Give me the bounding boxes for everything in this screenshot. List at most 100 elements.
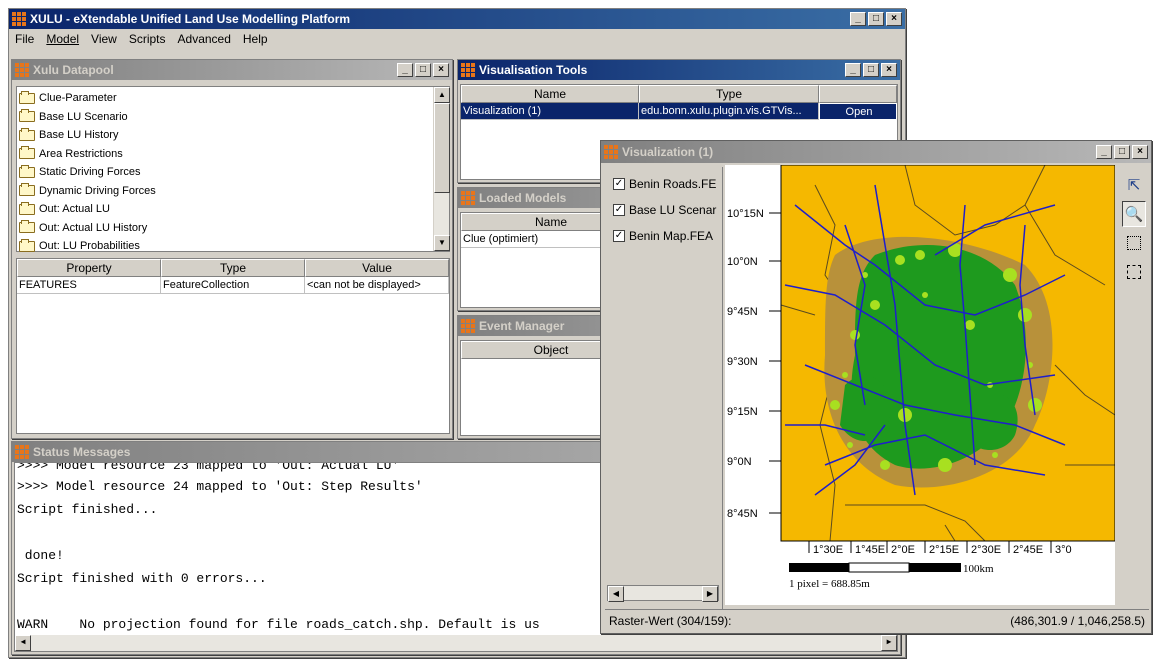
datapool-item[interactable]: Out: Actual LU History	[17, 219, 449, 238]
main-titlebar[interactable]: XULU - eXtendable Unified Land Use Model…	[9, 9, 905, 29]
x-axis-label: 3°0	[1055, 544, 1072, 556]
raster-value-label: Raster-Wert (304/159):	[609, 613, 732, 628]
datapool-item-label: Base LU Scenario	[39, 110, 128, 123]
menu-help[interactable]: Help	[243, 32, 268, 46]
table-row[interactable]: Visualization (1) edu.bonn.xulu.plugin.v…	[461, 103, 897, 120]
grass-patch	[895, 255, 905, 265]
datapool-item[interactable]: Static Driving Forces	[17, 163, 449, 182]
datapool-list: Clue-Parameter Base LU Scenario Base LU Hi…	[17, 87, 449, 256]
property-table: Property Type Value FEATURES FeatureColl…	[16, 258, 450, 434]
y-axis-label: 9°15N	[727, 406, 758, 418]
col-type[interactable]: Type	[161, 259, 305, 277]
y-axis-label: 8°45N	[727, 508, 758, 520]
grass-patch	[830, 400, 840, 410]
close-button[interactable]: ×	[881, 63, 897, 77]
menu-scripts[interactable]: Scripts	[129, 32, 166, 46]
menu-model[interactable]: Model	[46, 32, 79, 46]
main-window-title: XULU - eXtendable Unified Land Use Model…	[30, 12, 351, 26]
col-name[interactable]: Name	[461, 85, 639, 103]
coordinate-readout: (486,301.9 / 1,046,258.5)	[1010, 613, 1145, 628]
cell-value: <can not be displayed>	[305, 277, 449, 294]
datapool-item[interactable]: Clue-Parameter	[17, 89, 449, 108]
vis-tools-header: Name Type	[461, 85, 897, 103]
scale-bar-black	[909, 563, 961, 572]
scroll-down-button[interactable]: ▼	[434, 235, 450, 251]
scale-bar-white	[848, 562, 910, 573]
datapool-frame: Xulu Datapool _ □ × Clue-Parameter Base L…	[11, 59, 453, 439]
benin-land-use-map[interactable]: 10°15N 10°0N 9°45N 9°30N 9°15N 9°0N 8°45N 1°30E…	[725, 165, 1115, 605]
layer-checkbox[interactable]: ✓	[613, 178, 625, 190]
layer-checkbox[interactable]: ✓	[613, 230, 625, 242]
layer-label: Base LU Scenar	[629, 203, 717, 217]
minimize-button[interactable]: _	[845, 63, 861, 77]
datapool-item[interactable]: Base LU Scenario	[17, 108, 449, 127]
grass-patch	[1003, 268, 1017, 282]
menu-view[interactable]: View	[91, 32, 117, 46]
datapool-item[interactable]: Base LU History	[17, 126, 449, 145]
scroll-right-button[interactable]: ▶	[881, 635, 897, 651]
close-button[interactable]: ×	[1132, 145, 1148, 159]
map-area[interactable]: 10°15N 10°0N 9°45N 9°30N 9°15N 9°0N 8°45N 1°30E…	[725, 165, 1115, 605]
scroll-thumb[interactable]	[434, 103, 450, 193]
maximize-button[interactable]: □	[415, 63, 431, 77]
col-value[interactable]: Value	[305, 259, 449, 277]
minimize-button[interactable]: _	[397, 63, 413, 77]
grass-patch	[938, 458, 952, 472]
maximize-button[interactable]: □	[868, 12, 884, 26]
layer-item[interactable]: ✓ Base LU Scenar	[605, 197, 722, 223]
minimize-button[interactable]: _	[850, 12, 866, 26]
pixel-size-label: 1 pixel = 688.85m	[789, 578, 870, 590]
scroll-left-button[interactable]: ◀	[15, 635, 31, 651]
close-button[interactable]: ×	[886, 12, 902, 26]
maximize-button[interactable]: □	[863, 63, 879, 77]
layer-item[interactable]: ✓ Benin Roads.FE	[605, 171, 722, 197]
y-axis-label: 10°15N	[727, 208, 764, 220]
log-hscrollbar[interactable]: ◀ ▶	[15, 635, 897, 651]
scroll-left-button[interactable]: ◀	[608, 586, 624, 602]
layer-label: Benin Roads.FE	[629, 177, 717, 191]
y-axis-label: 9°45N	[727, 306, 758, 318]
layer-item[interactable]: ✓ Benin Map.FEA	[605, 223, 722, 249]
layer-label: Benin Map.FEA	[629, 229, 714, 243]
x-axis-label: 2°15E	[929, 544, 959, 556]
scroll-right-button[interactable]: ▶	[702, 586, 718, 602]
col-type[interactable]: Type	[639, 85, 819, 103]
x-axis-label: 1°45E	[855, 544, 885, 556]
pointer-help-icon[interactable]: ⇱	[1122, 172, 1146, 198]
minimize-button[interactable]: _	[1096, 145, 1112, 159]
menu-advanced[interactable]: Advanced	[178, 32, 231, 46]
y-axis-label: 10°0N	[727, 256, 758, 268]
datapool-item[interactable]: Out: Actual LU	[17, 200, 449, 219]
col-action[interactable]	[819, 85, 897, 103]
menu-bar: File Model View Scripts Advanced Help	[9, 29, 905, 49]
visualization-titlebar[interactable]: Visualization (1) _ □ ×	[601, 141, 1151, 163]
layer-hscrollbar[interactable]: ◀ ▶	[607, 585, 719, 602]
scroll-up-button[interactable]: ▲	[434, 87, 450, 103]
maximize-button[interactable]: □	[1114, 145, 1130, 159]
datapool-scrollbar[interactable]: ▲ ▼	[433, 87, 450, 251]
vis-tools-titlebar[interactable]: Visualisation Tools _ □ ×	[458, 60, 900, 80]
datapool-item[interactable]: Area Restrictions	[17, 145, 449, 164]
select-rect-icon[interactable]	[1122, 230, 1146, 256]
close-button[interactable]: ×	[433, 63, 449, 77]
grass-patch	[850, 330, 860, 340]
x-axis-label: 2°30E	[971, 544, 1001, 556]
zoom-icon[interactable]: 🔍	[1122, 201, 1146, 227]
datapool-item[interactable]: Out: LU Probabilities	[17, 237, 449, 256]
scale-bar-black	[789, 563, 849, 572]
table-row[interactable]: FEATURES FeatureCollection <can not be d…	[17, 277, 449, 294]
datapool-titlebar[interactable]: Xulu Datapool _ □ ×	[12, 60, 452, 80]
col-property[interactable]: Property	[17, 259, 161, 277]
xulu-app-icon	[604, 145, 618, 159]
datapool-item[interactable]: Dynamic Driving Forces	[17, 182, 449, 201]
xulu-app-icon	[461, 319, 475, 333]
menu-file[interactable]: File	[15, 32, 34, 46]
grass-patch	[915, 250, 925, 260]
layer-checkbox[interactable]: ✓	[613, 204, 625, 216]
layer-list: ✓ Benin Roads.FE ✓ Base LU Scenar ✓ Benin Map…	[605, 167, 723, 609]
datapool-item-label: Out: Actual LU	[39, 203, 110, 216]
xulu-app-icon	[12, 12, 26, 26]
select-dotted-icon[interactable]	[1122, 259, 1146, 285]
open-button[interactable]: Open	[819, 103, 897, 120]
cell-type: FeatureCollection	[161, 277, 305, 294]
